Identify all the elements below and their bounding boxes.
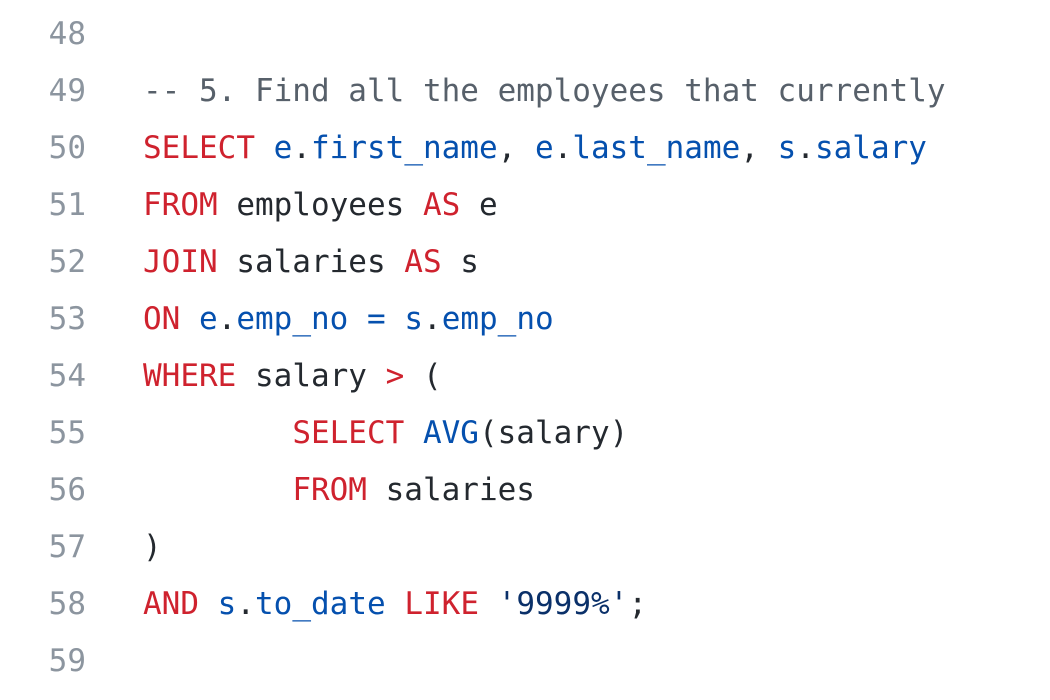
code-token-keyword: AS <box>404 244 442 280</box>
code-token-function: e <box>273 130 293 166</box>
code-line: 57) <box>0 519 1050 576</box>
code-token-keyword: SELECT <box>292 415 405 451</box>
code-token-plain: . <box>292 130 311 166</box>
line-code: ) <box>143 519 162 576</box>
code-token-keyword: FROM <box>143 187 218 223</box>
code-token-plain: ; <box>628 586 647 622</box>
line-number[interactable]: 57 <box>20 519 86 576</box>
code-token-plain: employees <box>217 187 423 223</box>
code-token-plain: . <box>217 301 237 337</box>
line-number[interactable]: 50 <box>20 120 86 177</box>
code-token-plain: , <box>740 130 778 166</box>
code-token-function: AVG <box>422 415 479 451</box>
code-token-function: salary <box>814 130 927 166</box>
code-token-function: first_name <box>311 130 498 166</box>
code-token-function: e <box>199 301 218 337</box>
code-token-function: emp_no <box>441 301 554 337</box>
code-token-function: s <box>777 130 797 166</box>
line-number[interactable]: 54 <box>20 348 86 405</box>
code-token-function: emp_no <box>236 301 349 337</box>
code-token-function: = <box>367 301 386 337</box>
code-token-function: last_name <box>572 130 741 166</box>
code-line: 48 <box>0 6 1050 63</box>
line-number[interactable]: 56 <box>20 462 86 519</box>
code-token-keyword: FROM <box>292 472 367 508</box>
code-token-plain: salaries <box>217 244 405 280</box>
code-token-comment: -- 5. Find all the employees that curren… <box>143 73 946 109</box>
code-token-plain: (salary) <box>478 415 629 451</box>
line-number[interactable]: 49 <box>20 63 86 120</box>
line-number[interactable]: 51 <box>20 177 86 234</box>
code-token-keyword: AS <box>422 187 461 223</box>
code-token-keyword: > <box>385 358 405 394</box>
code-token-plain: . <box>423 301 442 337</box>
code-line: 50 SELECT e.first_name, e.last_name, s.sa… <box>0 120 1050 177</box>
code-token-function: s <box>217 586 237 622</box>
line-code: WHERE salary > ( <box>143 348 442 405</box>
code-line: 53 ON e.emp_no = s.emp_no <box>0 291 1050 348</box>
code-line: 52 JOIN salaries AS s <box>0 234 1050 291</box>
line-number[interactable]: 55 <box>20 405 86 462</box>
line-number[interactable]: 59 <box>20 633 86 690</box>
code-line: 55 SELECT AVG(salary) <box>0 405 1050 462</box>
code-view[interactable]: 48 49 -- 5. Find all the employees that cu… <box>0 0 1050 700</box>
line-number[interactable]: 52 <box>20 234 86 291</box>
code-token-keyword: WHERE <box>143 358 237 394</box>
code-line: 49 -- 5. Find all the employees that curr… <box>0 63 1050 120</box>
line-code: AND s.to_date LIKE '9999%'; <box>143 576 647 633</box>
line-code: SELECT AVG(salary) <box>143 405 628 462</box>
code-token-plain: e <box>460 187 498 223</box>
code-token-function: to_date <box>255 586 386 622</box>
line-number[interactable]: 48 <box>20 6 86 63</box>
code-token-keyword: JOIN <box>143 244 218 280</box>
code-token-keyword: ON <box>143 301 181 337</box>
code-token-plain: salary <box>236 358 386 394</box>
line-code: FROM employees AS e <box>143 177 498 234</box>
line-code: -- 5. Find all the employees that curren… <box>143 63 946 120</box>
line-code: FROM salaries <box>143 462 535 519</box>
code-token-plain: s <box>441 244 479 280</box>
code-token-plain: salaries <box>366 472 535 508</box>
code-token-string: '9999%' <box>497 586 629 622</box>
code-token-plain: , <box>497 130 535 166</box>
code-token-plain: ( <box>404 358 442 394</box>
code-token-keyword: LIKE <box>404 586 479 622</box>
code-token-plain: . <box>553 130 573 166</box>
line-code: ON e.emp_no = s.emp_no <box>143 291 554 348</box>
code-line: 51 FROM employees AS e <box>0 177 1050 234</box>
code-token-plain: ) <box>143 529 162 565</box>
code-token-keyword: AND <box>143 586 199 622</box>
line-number[interactable]: 58 <box>20 576 86 633</box>
code-token-plain: . <box>236 586 256 622</box>
code-token-plain: . <box>796 130 815 166</box>
code-line: 56 FROM salaries <box>0 462 1050 519</box>
code-token-function: e <box>534 130 554 166</box>
code-line: 58 AND s.to_date LIKE '9999%'; <box>0 576 1050 633</box>
line-code: JOIN salaries AS s <box>143 234 479 291</box>
code-line: 59 <box>0 633 1050 690</box>
code-token-function: s <box>404 301 424 337</box>
code-line: 54 WHERE salary > ( <box>0 348 1050 405</box>
line-code: SELECT e.first_name, e.last_name, s.sala… <box>143 120 927 177</box>
line-number[interactable]: 53 <box>20 291 86 348</box>
code-token-keyword: SELECT <box>143 130 255 166</box>
